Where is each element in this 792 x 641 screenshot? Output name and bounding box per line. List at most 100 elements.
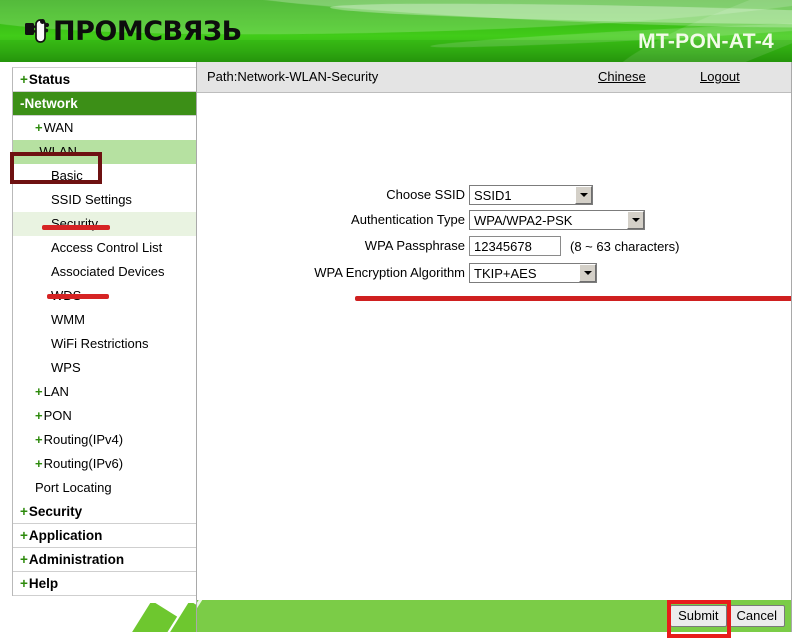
expand-icon: + xyxy=(35,120,43,135)
page-bottom-filler xyxy=(0,632,792,641)
auth-type-label: Authentication Type xyxy=(351,212,465,227)
sidebar-item-label: PON xyxy=(43,408,72,423)
sidebar-item-lan[interactable]: +LAN xyxy=(13,380,196,404)
sidebar-item-label: Routing(IPv4) xyxy=(43,432,124,447)
sidebar-item-label: WiFi Restrictions xyxy=(51,336,149,351)
auth-type-value: WPA/WPA2-PSK xyxy=(474,212,573,228)
sidebar-item-ssid-settings[interactable]: SSID Settings xyxy=(13,188,196,212)
form-row-encryption: WPA Encryption Algorithm TKIP+AES xyxy=(197,262,791,288)
sidebar-item-label: Associated Devices xyxy=(51,264,165,279)
sidebar-item-label: WAN xyxy=(43,120,74,135)
choose-ssid-label: Choose SSID xyxy=(386,187,465,202)
sidebar-item-associated-devices[interactable]: Associated Devices xyxy=(13,260,196,284)
control-wrap: SSID1 xyxy=(469,184,593,206)
breadcrumb: Path:Network-WLAN-Security xyxy=(207,69,379,84)
nav-list: +Status -Network +WAN -WLAN Basic SSID Settin… xyxy=(12,67,196,596)
sidebar-item-label: Access Control List xyxy=(51,240,163,255)
footer-decoration xyxy=(197,600,216,632)
sidebar-item-label: WDS xyxy=(51,288,82,303)
auth-type-select[interactable]: WPA/WPA2-PSK xyxy=(469,210,645,230)
expand-icon: + xyxy=(35,384,43,399)
passphrase-hint: (8 ~ 63 characters) xyxy=(570,238,680,254)
sidebar-item-label: WPS xyxy=(51,360,81,375)
app-header: ПРОМСВЯЗЬ MT-PON-AT-4 xyxy=(0,0,792,62)
logout-link[interactable]: Logout xyxy=(700,69,740,84)
expand-icon: + xyxy=(20,504,28,519)
sidebar-item-basic[interactable]: Basic xyxy=(13,164,196,188)
sidebar-item-label: Administration xyxy=(28,552,125,567)
sidebar-item-help[interactable]: +Help xyxy=(13,572,196,596)
sidebar-item-wds[interactable]: WDS xyxy=(13,284,196,308)
encryption-label: WPA Encryption Algorithm xyxy=(314,265,465,280)
sidebar-item-label: Basic xyxy=(51,168,83,183)
expand-icon: + xyxy=(20,576,28,591)
sidebar-item-application[interactable]: +Application xyxy=(13,524,196,548)
choose-ssid-value: SSID1 xyxy=(474,187,512,203)
encryption-select[interactable]: TKIP+AES xyxy=(469,263,597,283)
form-row-choose-ssid: Choose SSID SSID1 xyxy=(197,184,791,210)
sidebar-item-routing-ipv6[interactable]: +Routing(IPv6) xyxy=(13,452,196,476)
sidebar-item-wifi-restrictions[interactable]: WiFi Restrictions xyxy=(13,332,196,356)
sidebar-item-label: SSID Settings xyxy=(51,192,132,207)
sidebar-item-label: WLAN xyxy=(39,144,77,159)
sidebar-item-wmm[interactable]: WMM xyxy=(13,308,196,332)
content-panel: Path:Network-WLAN-Security Chinese Logou… xyxy=(196,62,792,641)
sidebar-item-label: Routing(IPv6) xyxy=(43,456,124,471)
passphrase-input[interactable] xyxy=(469,236,561,256)
sidebar-item-status[interactable]: +Status xyxy=(13,68,196,92)
chevron-down-icon[interactable] xyxy=(579,264,596,282)
form-row-passphrase: WPA Passphrase (8 ~ 63 characters) xyxy=(197,235,791,261)
sidebar-navigation: +Status -Network +WAN -WLAN Basic SSID Settin… xyxy=(0,62,196,641)
sidebar-item-wan[interactable]: +WAN xyxy=(13,116,196,140)
sidebar-item-wlan[interactable]: -WLAN xyxy=(13,140,196,164)
label-wrap: WPA Passphrase xyxy=(197,235,465,257)
control-wrap: WPA/WPA2-PSK xyxy=(469,209,645,231)
chevron-down-icon[interactable] xyxy=(627,211,644,229)
sidebar-item-label: Security xyxy=(28,504,83,519)
choose-ssid-select[interactable]: SSID1 xyxy=(469,185,593,205)
sidebar-item-label: Network xyxy=(24,96,78,111)
plug-icon xyxy=(24,16,50,46)
expand-icon: + xyxy=(20,72,28,87)
path-bar: Path:Network-WLAN-Security Chinese Logou… xyxy=(197,62,791,93)
sidebar-item-label: Application xyxy=(28,528,103,543)
sidebar-item-network[interactable]: -Network xyxy=(13,92,196,116)
sidebar-item-routing-ipv4[interactable]: +Routing(IPv4) xyxy=(13,428,196,452)
label-wrap: Authentication Type xyxy=(197,209,465,231)
language-chinese-link[interactable]: Chinese xyxy=(598,69,646,84)
submit-button[interactable]: Submit xyxy=(670,605,727,627)
expand-icon: + xyxy=(35,456,43,471)
device-model: MT-PON-AT-4 xyxy=(638,30,774,53)
brand-logo: ПРОМСВЯЗЬ xyxy=(24,12,242,50)
sidebar-item-label: Port Locating xyxy=(35,480,112,495)
sidebar-item-port-locating[interactable]: Port Locating xyxy=(13,476,196,500)
sidebar-item-security[interactable]: +Security xyxy=(13,500,196,524)
sidebar-item-label: Security xyxy=(51,216,98,231)
label-wrap: WPA Encryption Algorithm xyxy=(197,262,465,284)
sidebar-item-access-control-list[interactable]: Access Control List xyxy=(13,236,196,260)
form-actions: Submit Cancel xyxy=(670,605,785,627)
sidebar-item-label: Status xyxy=(28,72,71,87)
sidebar-item-label: LAN xyxy=(43,384,69,399)
sidebar-item-administration[interactable]: +Administration xyxy=(13,548,196,572)
cancel-button[interactable]: Cancel xyxy=(728,605,785,627)
expand-icon: + xyxy=(35,408,43,423)
label-wrap: Choose SSID xyxy=(197,184,465,206)
brand-name: ПРОМСВЯЗЬ xyxy=(53,15,242,47)
footer-bar: Submit Cancel xyxy=(197,600,791,632)
sidebar-item-security[interactable]: Security xyxy=(13,212,196,236)
encryption-value: TKIP+AES xyxy=(474,265,537,281)
control-wrap: (8 ~ 63 characters) xyxy=(469,235,679,257)
form-row-auth-type: Authentication Type WPA/WPA2-PSK xyxy=(197,209,791,235)
control-wrap: TKIP+AES xyxy=(469,262,597,284)
chevron-down-icon[interactable] xyxy=(575,186,592,204)
passphrase-label: WPA Passphrase xyxy=(364,238,465,253)
sidebar-item-label: Help xyxy=(28,576,59,591)
sidebar-item-pon[interactable]: +PON xyxy=(13,404,196,428)
expand-icon: + xyxy=(20,552,28,567)
sidebar-item-wps[interactable]: WPS xyxy=(13,356,196,380)
annotation-underline-passphrase xyxy=(355,296,791,301)
expand-icon: + xyxy=(20,528,28,543)
sidebar-item-label: WMM xyxy=(51,312,85,327)
expand-icon: + xyxy=(35,432,43,447)
